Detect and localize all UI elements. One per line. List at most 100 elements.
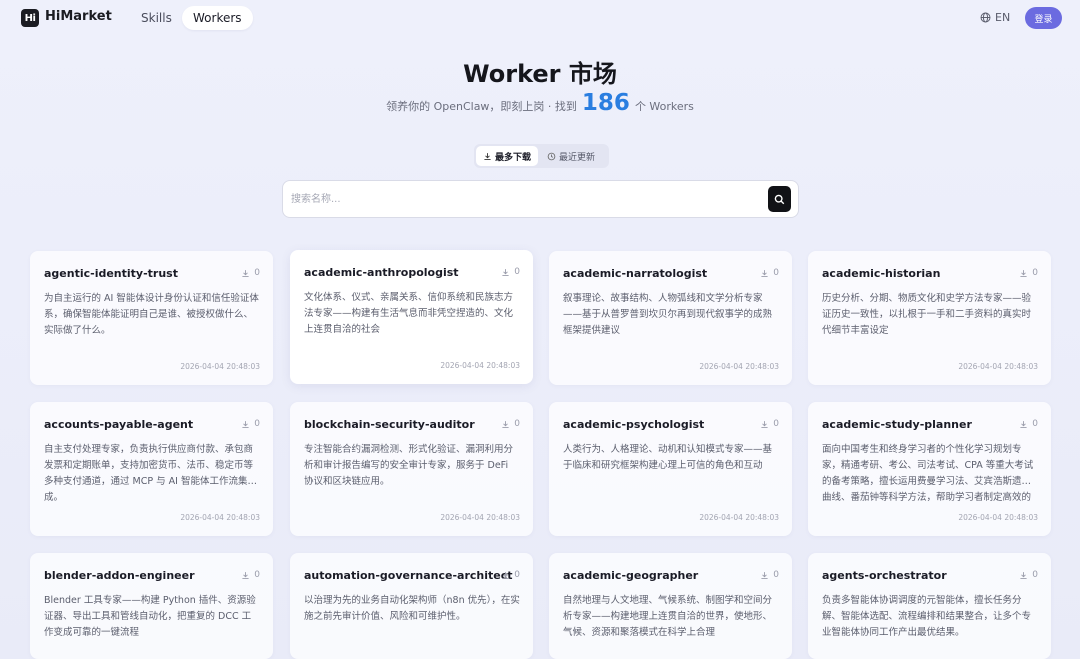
- worker-description: 自主支付处理专家，负责执行供应商付款、承包商发票和定期账单，支持加密货币、法币、…: [44, 444, 257, 503]
- download-count: 0: [760, 268, 779, 278]
- page-title: Worker 市场: [463, 60, 617, 88]
- download-count: 0: [1019, 268, 1038, 278]
- download-icon: [242, 420, 249, 428]
- worker-date: 2026-04-04 20:48:03: [180, 362, 260, 371]
- worker-title: academic-psychologist: [563, 418, 705, 431]
- sort-label: 最近更新: [559, 152, 596, 163]
- worker-card[interactable]: academic-psychologist 0 人类行为、人格理论、动机和认知模…: [549, 402, 792, 536]
- download-count: 0: [241, 419, 260, 429]
- worker-title: accounts-payable-agent: [44, 418, 194, 431]
- download-number: 0: [773, 570, 779, 580]
- worker-description: 负责多智能体协调调度的元智能体，擅长任务分解、智能体选配、流程编排和结果整合，让…: [822, 595, 1032, 638]
- worker-card[interactable]: academic-narratologist 0 叙事理论、故事结构、人物弧线和…: [549, 251, 792, 385]
- download-count: 0: [760, 570, 779, 580]
- top-nav: Hi HiMarket Skills Workers EN 登录: [0, 0, 1080, 36]
- worker-card[interactable]: academic-anthropologist 0 文化体系、仪式、亲属关系、信…: [290, 250, 533, 384]
- worker-card[interactable]: automation-governance-architect 0 以治理为先的…: [290, 553, 533, 659]
- download-icon: [502, 420, 509, 428]
- sort-toggle: 最多下载 最近更新: [474, 144, 609, 168]
- search-input[interactable]: [291, 189, 751, 209]
- worker-description: 历史分析、分期、物质文化和史学方法专家——验证历史一致性，以扎根于一手和二手资料…: [822, 293, 1032, 336]
- search-button[interactable]: [768, 186, 791, 212]
- worker-title: blender-addon-engineer: [44, 569, 195, 582]
- worker-description: Blender 工具专家——构建 Python 插件、资源验证器、导出工具和管线…: [44, 595, 256, 638]
- worker-description: 自然地理与人文地理、气候系统、制图学和空间分析专家——构建地理上连贯自洽的世界，…: [563, 595, 773, 638]
- download-icon: [1020, 269, 1027, 277]
- download-number: 0: [254, 268, 260, 278]
- download-icon: [502, 268, 509, 276]
- download-number: 0: [514, 419, 520, 429]
- hero-subtitle: 领养你的 OpenClaw，即刻上岗 · 找到 186 个 Workers: [0, 90, 1080, 116]
- worker-description: 人类行为、人格理论、动机和认知模式专家——基于临床和研究框架构建心理上可信的角色…: [563, 444, 773, 471]
- download-count: 0: [501, 267, 520, 277]
- download-icon: [761, 571, 768, 579]
- worker-card[interactable]: agentic-identity-trust 0 为自主运行的 AI 智能体设计…: [30, 251, 273, 385]
- worker-description: 文化体系、仪式、亲属关系、信仰系统和民族志方法专家——构建有生活气息而非凭空捏造…: [304, 292, 514, 335]
- sort-most-downloads[interactable]: 最多下载: [476, 146, 539, 166]
- worker-card[interactable]: academic-study-planner 0 面向中国考生和终身学习者的个性…: [808, 402, 1051, 536]
- worker-description: 叙事理论、故事结构、人物弧线和文学分析专家——基于从普罗普到坎贝尔再到现代叙事学…: [563, 293, 773, 336]
- nav-tab-workers[interactable]: Workers: [182, 6, 253, 30]
- download-number: 0: [1032, 268, 1038, 278]
- worker-date: 2026-04-04 20:48:03: [440, 361, 520, 370]
- worker-card[interactable]: academic-historian 0 历史分析、分期、物质文化和史学方法专家…: [808, 251, 1051, 385]
- globe-icon: [980, 12, 991, 23]
- worker-date: 2026-04-04 20:48:03: [440, 513, 520, 522]
- clock-icon: [547, 152, 556, 160]
- worker-card[interactable]: academic-geographer 0 自然地理与人文地理、气候系统、制图学…: [549, 553, 792, 659]
- download-icon: [242, 571, 249, 579]
- download-number: 0: [1032, 419, 1038, 429]
- language-switch[interactable]: EN: [980, 11, 1010, 24]
- worker-title: blockchain-security-auditor: [304, 418, 475, 431]
- download-icon: [1020, 420, 1027, 428]
- sort-recently-updated[interactable]: 最近更新: [540, 146, 602, 166]
- download-icon: [761, 420, 768, 428]
- worker-description: 专注智能合约漏洞检测、形式化验证、漏洞利用分析和审计报告编写的安全审计专家，服务…: [304, 444, 514, 487]
- logo-icon[interactable]: Hi: [21, 9, 39, 27]
- worker-title: agents-orchestrator: [822, 569, 947, 582]
- download-number: 0: [254, 419, 260, 429]
- worker-date: 2026-04-04 20:48:03: [958, 362, 1038, 371]
- worker-title: academic-narratologist: [563, 267, 708, 280]
- subtitle-prefix: 领养你的 OpenClaw，即刻上岗 · 找到: [386, 100, 577, 113]
- download-count: 0: [501, 419, 520, 429]
- download-number: 0: [773, 419, 779, 429]
- worker-date: 2026-04-04 20:48:03: [699, 362, 779, 371]
- worker-card[interactable]: blender-addon-engineer 0 Blender 工具专家——构…: [30, 553, 273, 659]
- worker-date: 2026-04-04 20:48:03: [699, 513, 779, 522]
- download-number: 0: [1032, 570, 1038, 580]
- worker-card[interactable]: agents-orchestrator 0 负责多智能体协调调度的元智能体，擅长…: [808, 553, 1051, 659]
- search-icon: [774, 194, 785, 204]
- worker-description: 为自主运行的 AI 智能体设计身份认证和信任验证体系，确保智能体能证明自己是谁、…: [44, 293, 259, 336]
- worker-date: 2026-04-04 20:48:03: [180, 513, 260, 522]
- worker-count: 186: [581, 90, 630, 116]
- worker-title: automation-governance-architect: [304, 569, 513, 582]
- worker-card[interactable]: accounts-payable-agent 0 自主支付处理专家，负责执行供应…: [30, 402, 273, 536]
- download-count: 0: [241, 570, 260, 580]
- search-box: [282, 180, 799, 218]
- download-number: 0: [514, 267, 520, 277]
- login-button[interactable]: 登录: [1025, 7, 1062, 29]
- worker-title: agentic-identity-trust: [44, 267, 178, 280]
- worker-card[interactable]: blockchain-security-auditor 0 专注智能合约漏洞检测…: [290, 402, 533, 536]
- download-icon: [761, 269, 768, 277]
- worker-description: 以治理为先的业务自动化架构师（n8n 优先），在实施之前先审计价值、风险和可维护…: [304, 595, 520, 622]
- download-count: 0: [241, 268, 260, 278]
- download-count: 0: [501, 570, 520, 580]
- download-icon: [484, 152, 491, 160]
- worker-title: academic-study-planner: [822, 418, 972, 431]
- download-icon: [242, 269, 249, 277]
- brand-name[interactable]: HiMarket: [45, 9, 112, 24]
- language-label: EN: [995, 11, 1011, 24]
- worker-title: academic-historian: [822, 267, 941, 280]
- nav-tab-skills[interactable]: Skills: [130, 6, 183, 30]
- worker-date: 2026-04-04 20:48:03: [958, 513, 1038, 522]
- download-count: 0: [760, 419, 779, 429]
- download-icon: [502, 571, 509, 579]
- worker-title: academic-geographer: [563, 569, 699, 582]
- subtitle-suffix: 个 Workers: [634, 100, 694, 113]
- download-icon: [1020, 571, 1027, 579]
- worker-description: 面向中国考生和终身学习者的个性化学习规划专家，精通考研、考公、司法考试、CPA …: [822, 444, 1034, 503]
- download-count: 0: [1019, 419, 1038, 429]
- download-count: 0: [1019, 570, 1038, 580]
